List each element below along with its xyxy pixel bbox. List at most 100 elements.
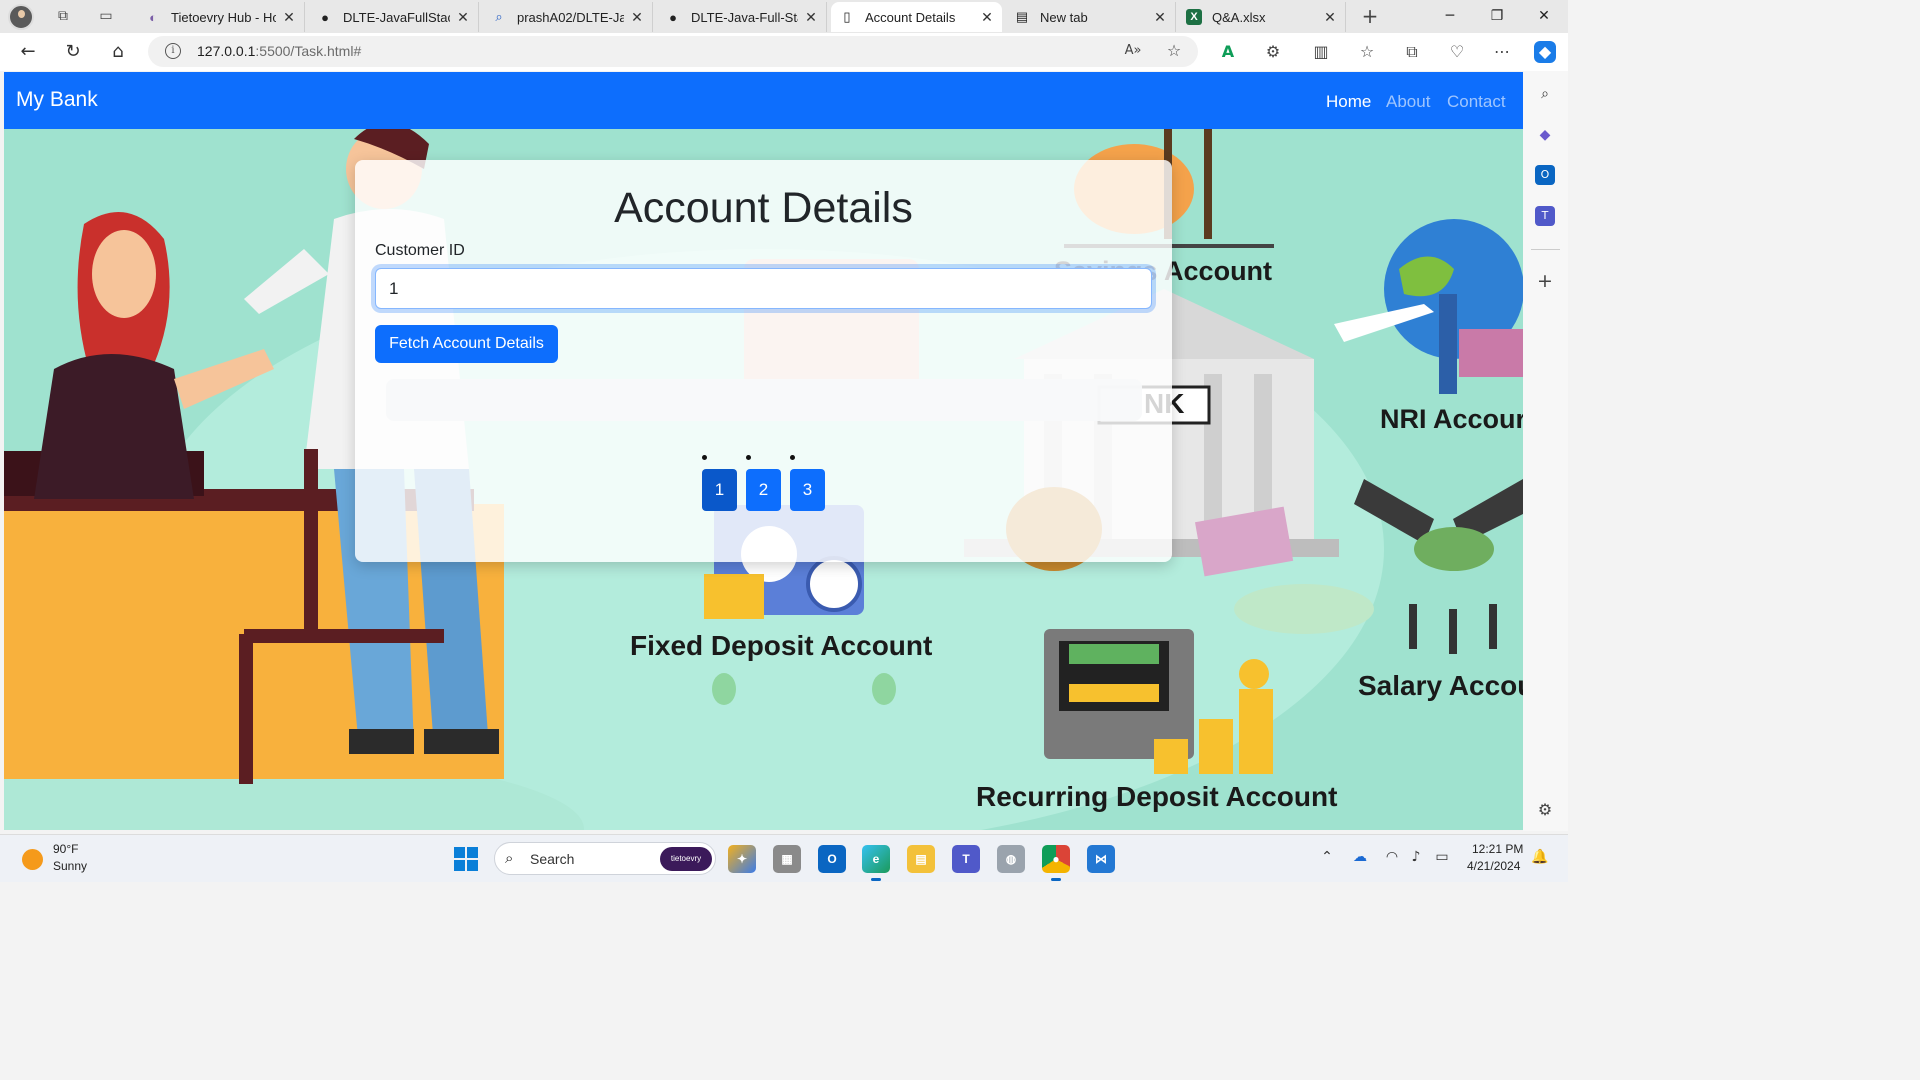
nav-about-link[interactable]: About (1386, 92, 1430, 112)
favorites-icon[interactable]: ☆ (1356, 41, 1378, 63)
pagination-bullet (702, 455, 707, 460)
tietoevry-badge: tietoevry (660, 847, 712, 871)
page-2-button[interactable]: 2 (746, 469, 781, 511)
page-icon: ▯ (843, 9, 851, 24)
pagination-bullet (790, 455, 795, 460)
tab-tietoevry-hub[interactable]: ◐ Tietoevry Hub - Hom ✕ (137, 2, 305, 32)
tab-qa-xlsx[interactable]: X Q&A.xlsx ✕ (1178, 2, 1346, 32)
close-tab-icon[interactable]: ✕ (804, 9, 818, 26)
clock-date[interactable]: 4/21/2024 (1467, 859, 1520, 873)
excel-icon: X (1186, 9, 1202, 25)
weather-temperature[interactable]: 90°F (53, 842, 78, 856)
chrome-app-icon[interactable]: ● (1042, 845, 1070, 881)
taskbar-search-box[interactable]: ⌕ Search tietoevry (494, 842, 716, 875)
close-tab-icon[interactable]: ✕ (630, 9, 644, 26)
copilot-icon[interactable]: ◆ (1534, 41, 1556, 63)
page-1-button[interactable]: 1 (702, 469, 737, 511)
edge-app-icon[interactable]: e (862, 845, 890, 881)
page-title: Account Details (614, 184, 913, 232)
search-icon[interactable]: ⌕ (1535, 84, 1555, 104)
close-tab-icon[interactable]: ✕ (980, 9, 994, 26)
sun-icon[interactable] (22, 849, 43, 870)
profile-avatar[interactable] (8, 4, 34, 30)
search-icon: ⌕ (505, 849, 514, 867)
address-bar[interactable]: i 127.0.0.1:5500/Task.html# A» ☆ (148, 36, 1198, 67)
db-tool-app-icon[interactable]: ◍ (997, 845, 1025, 873)
copilot-pre-app-icon[interactable]: ✦ (728, 845, 756, 873)
close-tab-icon[interactable]: ✕ (282, 9, 296, 26)
site-info-icon[interactable]: i (165, 43, 181, 59)
favorite-star-icon[interactable]: ☆ (1163, 40, 1185, 62)
close-tab-icon[interactable]: ✕ (1323, 9, 1337, 26)
notification-bell-icon[interactable]: 🔔 (1530, 849, 1550, 865)
grammarly-extension-icon[interactable]: A (1217, 41, 1239, 63)
tab-prasha02-search[interactable]: ⌕ prashA02/DLTE-Java ✕ (483, 2, 653, 32)
battery-icon[interactable]: ▭ (1432, 849, 1452, 865)
new-tab-plus-icon[interactable]: + (1360, 6, 1380, 26)
back-arrow-icon[interactable]: ← (16, 40, 40, 64)
show-hidden-icons-chevron-up-icon[interactable]: ⌃ (1317, 849, 1337, 865)
nav-contact-link[interactable]: Contact (1447, 92, 1506, 112)
collections-icon[interactable]: ⧉ (1401, 41, 1423, 63)
outlook-icon[interactable]: O (1535, 165, 1555, 185)
brand-logo[interactable]: My Bank (16, 88, 98, 112)
windows-start-icon[interactable] (454, 847, 478, 871)
nav-home-link[interactable]: Home (1326, 92, 1371, 112)
tab-actions-icon[interactable]: ▭ (96, 6, 116, 26)
sidebar-divider (1531, 249, 1560, 250)
tab-title: Account Details (865, 9, 956, 25)
newtab-icon: ▤ (1015, 9, 1029, 24)
wifi-icon[interactable]: ◠ (1382, 849, 1402, 865)
edge-sidebar: ⌕ ◆ O T + ⚙ (1523, 71, 1568, 831)
account-result-panel (386, 379, 1142, 421)
teams-icon[interactable]: T (1535, 206, 1555, 226)
account-details-card: Account Details Customer ID Fetch Accoun… (355, 160, 1172, 562)
extensions-icon[interactable]: ⚙ (1262, 41, 1284, 63)
vscode-app-icon[interactable]: ⋈ (1087, 845, 1115, 873)
clock-time[interactable]: 12:21 PM (1472, 842, 1523, 856)
browser-essentials-icon[interactable]: ♡ (1446, 41, 1468, 63)
close-tab-icon[interactable]: ✕ (456, 9, 470, 26)
customer-id-input[interactable] (375, 268, 1152, 309)
file-explorer-app-icon[interactable]: ▤ (907, 845, 935, 873)
weather-condition[interactable]: Sunny (53, 859, 87, 873)
split-screen-icon[interactable]: ▥ (1310, 41, 1332, 63)
minimize-icon[interactable]: ─ (1438, 4, 1462, 28)
tab-new-tab[interactable]: ▤ New tab ✕ (1006, 2, 1176, 32)
page-3-button[interactable]: 3 (790, 469, 825, 511)
url-path: :5500/Task.html# (255, 43, 362, 59)
onedrive-icon[interactable]: ☁ (1350, 849, 1370, 865)
task-view-app-icon[interactable]: ▦ (773, 845, 801, 873)
fetch-account-details-button[interactable]: Fetch Account Details (375, 325, 558, 363)
tab-title: New tab (1040, 9, 1088, 25)
outlook-app-icon[interactable]: O (818, 845, 846, 873)
workspaces-icon[interactable]: ⧉ (53, 6, 73, 26)
read-aloud-icon[interactable]: A» (1122, 40, 1144, 62)
home-icon[interactable]: ⌂ (106, 40, 130, 64)
teams-app-icon[interactable]: T (952, 845, 980, 873)
url-text[interactable]: 127.0.0.1:5500/Task.html# (197, 43, 361, 59)
screen: ⧉ ▭ ◐ Tietoevry Hub - Hom ✕ ● DLTE-JavaF… (0, 0, 1568, 882)
more-menu-icon[interactable]: ⋯ (1491, 41, 1513, 63)
taskbar-search-placeholder: Search (530, 851, 575, 867)
close-window-icon[interactable]: ✕ (1532, 4, 1556, 28)
pagination-bullet (746, 455, 751, 460)
url-host: 127.0.0.1 (197, 43, 256, 59)
tab-title: prashA02/DLTE-Java (517, 9, 624, 25)
fixed-deposit-label: Fixed Deposit Account (630, 630, 933, 661)
sidebar-settings-icon[interactable]: ⚙ (1535, 800, 1555, 820)
copilot-sidebar-icon[interactable]: ◆ (1535, 125, 1555, 145)
tab-title: Q&A.xlsx (1212, 9, 1266, 25)
tab-github-dlte-java-full-stack[interactable]: ● DLTE-Java-Full-Stac ✕ (657, 2, 827, 32)
github-icon: ● (669, 9, 677, 25)
add-sidebar-app-icon[interactable]: + (1535, 271, 1555, 291)
tab-github-dlte-javafullstack[interactable]: ● DLTE-JavaFullStack- ✕ (309, 2, 479, 32)
volume-icon[interactable]: ♪ (1406, 849, 1426, 865)
tab-account-details[interactable]: ▯ Account Details ✕ (831, 2, 1002, 32)
browser-tab-strip: ⧉ ▭ ◐ Tietoevry Hub - Hom ✕ ● DLTE-JavaF… (0, 0, 1568, 33)
customer-id-label: Customer ID (375, 242, 465, 259)
close-tab-icon[interactable]: ✕ (1153, 9, 1167, 26)
refresh-icon[interactable]: ↻ (61, 40, 85, 64)
salary-account-label: Salary Accou (1358, 670, 1523, 701)
restore-icon[interactable]: ❐ (1485, 4, 1509, 28)
